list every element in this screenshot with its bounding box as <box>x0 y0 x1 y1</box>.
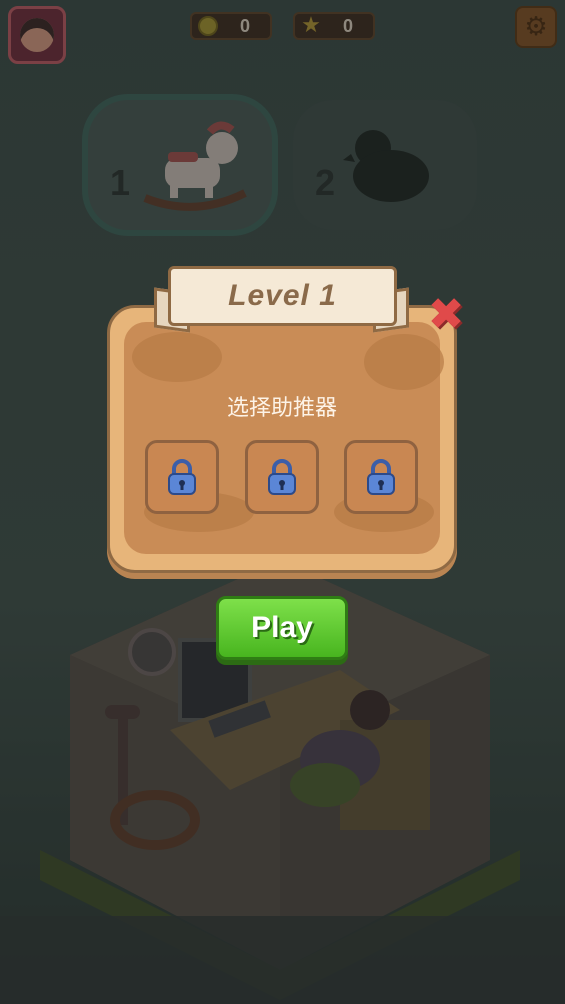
level-dialog <box>107 305 457 573</box>
booster-slot-3[interactable] <box>344 440 418 514</box>
play-button[interactable]: Play <box>216 596 348 660</box>
close-button[interactable]: ✖ <box>425 289 467 340</box>
dialog-panel <box>124 322 444 554</box>
bottom-bar <box>0 916 565 1004</box>
close-icon: ✖ <box>427 289 465 340</box>
booster-slot-1[interactable] <box>145 440 219 514</box>
lock-icon <box>168 459 196 495</box>
booster-caption: 选择助推器 <box>226 396 337 421</box>
dialog-title: Level 1 <box>228 279 337 312</box>
dialog-title-banner: Level 1 <box>168 266 397 326</box>
game-background: 0 ★ 0 ⚙ 1 2 Level 1 ✖ 选择助推器 Play <box>0 0 565 1004</box>
booster-slot-2[interactable] <box>245 440 319 514</box>
lock-icon <box>268 459 296 495</box>
play-button-label: Play <box>251 611 313 644</box>
lock-icon <box>367 459 395 495</box>
